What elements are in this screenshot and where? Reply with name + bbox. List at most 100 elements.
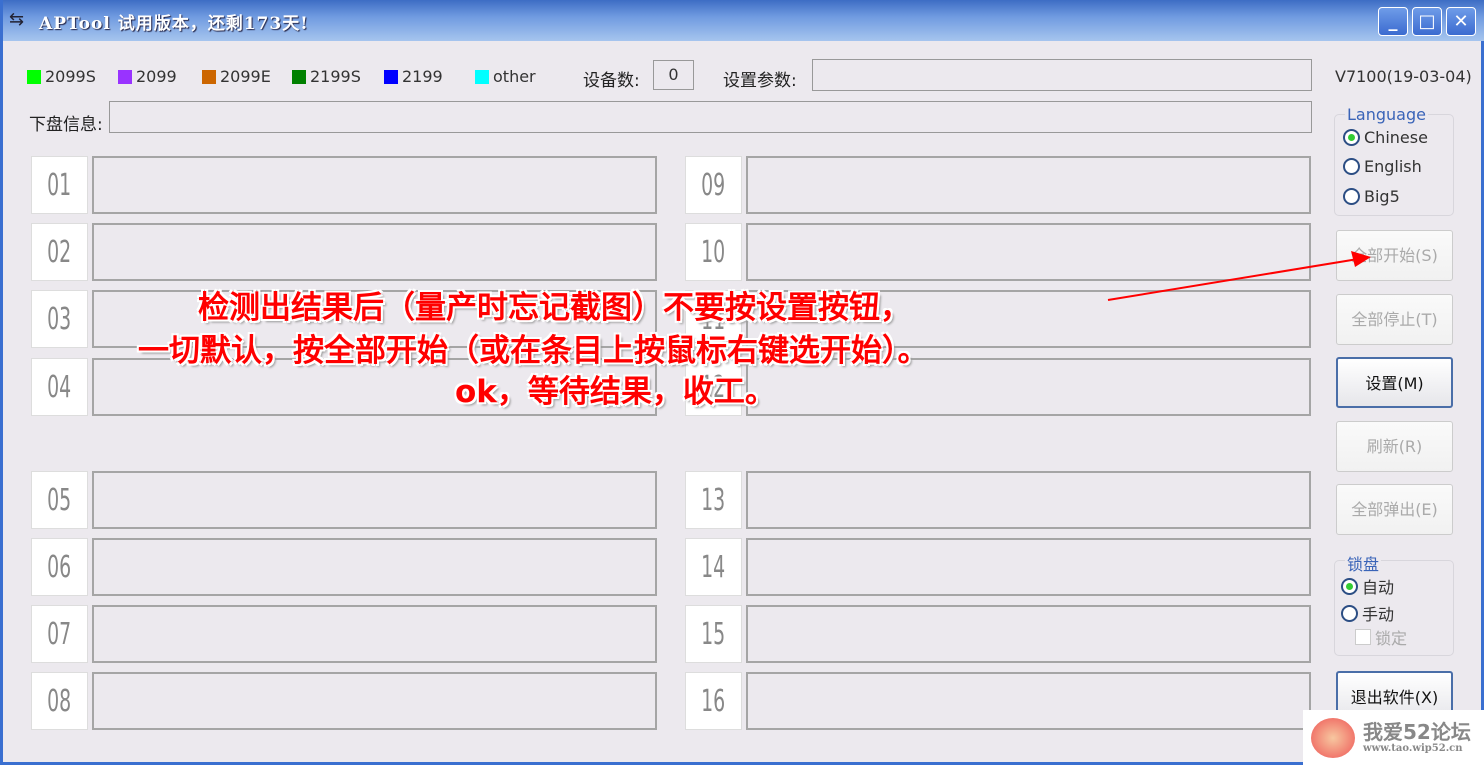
legend-label: 2099 xyxy=(136,67,177,86)
watermark-text: 我爱52论坛 xyxy=(1363,720,1471,744)
minimize-button[interactable]: _ xyxy=(1378,7,1408,36)
slot-number: 01 xyxy=(31,156,88,214)
settings-label: 设置参数: xyxy=(723,71,797,91)
settings-button[interactable]: 设置(M) xyxy=(1336,357,1453,408)
slot-status-field[interactable] xyxy=(746,156,1311,214)
slot-status-field[interactable] xyxy=(92,538,657,596)
version-label: V7100(19-03-04) xyxy=(1335,67,1472,86)
lock-title: 锁盘 xyxy=(1345,551,1382,575)
slot-number: 10 xyxy=(685,223,742,281)
radio-label: 手动 xyxy=(1362,605,1395,624)
color-swatch xyxy=(27,69,41,84)
radio-icon xyxy=(1341,604,1358,622)
radio-label: 自动 xyxy=(1362,578,1395,597)
slot-number-text: 03 xyxy=(47,302,72,337)
checkbox-label: 锁定 xyxy=(1375,629,1408,648)
app-window: ⇆ APTool 试用版本，还剩173天! _ □ ✕ 2099S 2099 209… xyxy=(0,0,1484,765)
slot-number: 14 xyxy=(685,538,742,596)
slot-number-text: 08 xyxy=(47,684,72,719)
slot-number: 16 xyxy=(685,672,742,730)
slot-number-text: 04 xyxy=(47,370,72,405)
legend-item: 2099E xyxy=(202,67,271,86)
legend-label: 2199S xyxy=(310,67,361,86)
slot-number-text: 01 xyxy=(47,168,72,203)
legend-item: other xyxy=(475,67,536,86)
slot-number-text: 13 xyxy=(701,483,726,518)
slot-number: 13 xyxy=(685,471,742,529)
slot-status-field[interactable] xyxy=(92,223,657,281)
radio-auto[interactable]: 自动 xyxy=(1341,574,1394,598)
lock-group: 锁盘 自动 手动 锁定 xyxy=(1334,551,1454,656)
color-swatch xyxy=(475,69,489,84)
slot-status-field[interactable] xyxy=(746,538,1311,596)
radio-label: Chinese xyxy=(1364,128,1428,147)
slot-number: 07 xyxy=(31,605,88,663)
usb-icon: ⇆ xyxy=(9,9,25,30)
language-title: Language xyxy=(1345,105,1428,124)
legend-label: other xyxy=(493,67,536,86)
title-bar: ⇆ APTool 试用版本，还剩173天! _ □ ✕ xyxy=(3,0,1484,41)
window-title: APTool 试用版本，还剩173天! xyxy=(39,14,309,34)
color-swatch xyxy=(118,69,132,84)
slot-number-text: 10 xyxy=(701,235,726,270)
legend-label: 2099E xyxy=(220,67,271,86)
device-count-field: 0 xyxy=(653,60,694,90)
radio-label: Big5 xyxy=(1364,187,1400,206)
slot-number: 15 xyxy=(685,605,742,663)
slot-number: 02 xyxy=(31,223,88,281)
annotation-line1: 检测出结果后（量产时忘记截图）不要按设置按钮， xyxy=(198,290,911,326)
slot-number-text: 15 xyxy=(701,617,726,652)
legend-item: 2199S xyxy=(292,67,361,86)
slot-number-text: 05 xyxy=(47,483,72,518)
disk-info-label: 下盘信息: xyxy=(29,115,103,135)
slot-number: 03 xyxy=(31,290,88,348)
slot-number: 04 xyxy=(31,358,88,416)
radio-english[interactable]: English xyxy=(1343,157,1422,176)
legend-item: 2099S xyxy=(27,67,96,86)
slot-status-field[interactable] xyxy=(746,672,1311,730)
radio-icon xyxy=(1343,129,1360,146)
slot-number: 06 xyxy=(31,538,88,596)
radio-icon xyxy=(1343,158,1360,175)
slot-status-field[interactable] xyxy=(746,471,1311,529)
color-swatch xyxy=(202,69,216,84)
radio-manual[interactable]: 手动 xyxy=(1341,601,1394,625)
legend-label: 2099S xyxy=(45,67,96,86)
slot-number-text: 02 xyxy=(47,235,72,270)
device-count-label: 设备数: xyxy=(583,71,640,91)
slot-status-field[interactable] xyxy=(92,156,657,214)
watermark-emblem xyxy=(1311,718,1355,758)
close-button[interactable]: ✕ xyxy=(1446,7,1476,36)
slot-status-field[interactable] xyxy=(92,672,657,730)
slot-number-text: 09 xyxy=(701,168,726,203)
settings-field xyxy=(812,59,1312,91)
legend-item: 2099 xyxy=(118,67,177,86)
annotation-arrow xyxy=(1107,251,1371,301)
radio-chinese[interactable]: Chinese xyxy=(1343,128,1428,147)
slot-number-text: 16 xyxy=(701,684,726,719)
slot-number-text: 07 xyxy=(47,617,72,652)
slot-number: 08 xyxy=(31,672,88,730)
checkbox-icon xyxy=(1355,629,1371,645)
slot-number: 09 xyxy=(685,156,742,214)
slot-number: 05 xyxy=(31,471,88,529)
refresh-button[interactable]: 刷新(R) xyxy=(1336,421,1453,472)
language-group: Language Chinese English Big5 xyxy=(1334,105,1454,216)
maximize-button[interactable]: □ xyxy=(1412,7,1442,36)
eject-all-button[interactable]: 全部弹出(E) xyxy=(1336,484,1453,535)
legend-label: 2199 xyxy=(402,67,443,86)
disk-info-field xyxy=(109,101,1312,133)
slot-status-field[interactable] xyxy=(92,605,657,663)
slot-status-field[interactable] xyxy=(92,471,657,529)
radio-big5[interactable]: Big5 xyxy=(1343,187,1400,206)
watermark-logo: 我爱52论坛 www.tao.wip52.cn xyxy=(1303,710,1484,765)
slot-status-field[interactable] xyxy=(746,605,1311,663)
radio-icon xyxy=(1343,188,1360,205)
slot-number-text: 14 xyxy=(701,550,726,585)
lock-checkbox[interactable]: 锁定 xyxy=(1355,625,1407,649)
color-swatch xyxy=(292,69,306,84)
slot-number-text: 06 xyxy=(47,550,72,585)
radio-icon xyxy=(1341,577,1358,595)
color-swatch xyxy=(384,69,398,84)
annotation-line3: ok，等待结果，收工。 xyxy=(455,374,776,410)
